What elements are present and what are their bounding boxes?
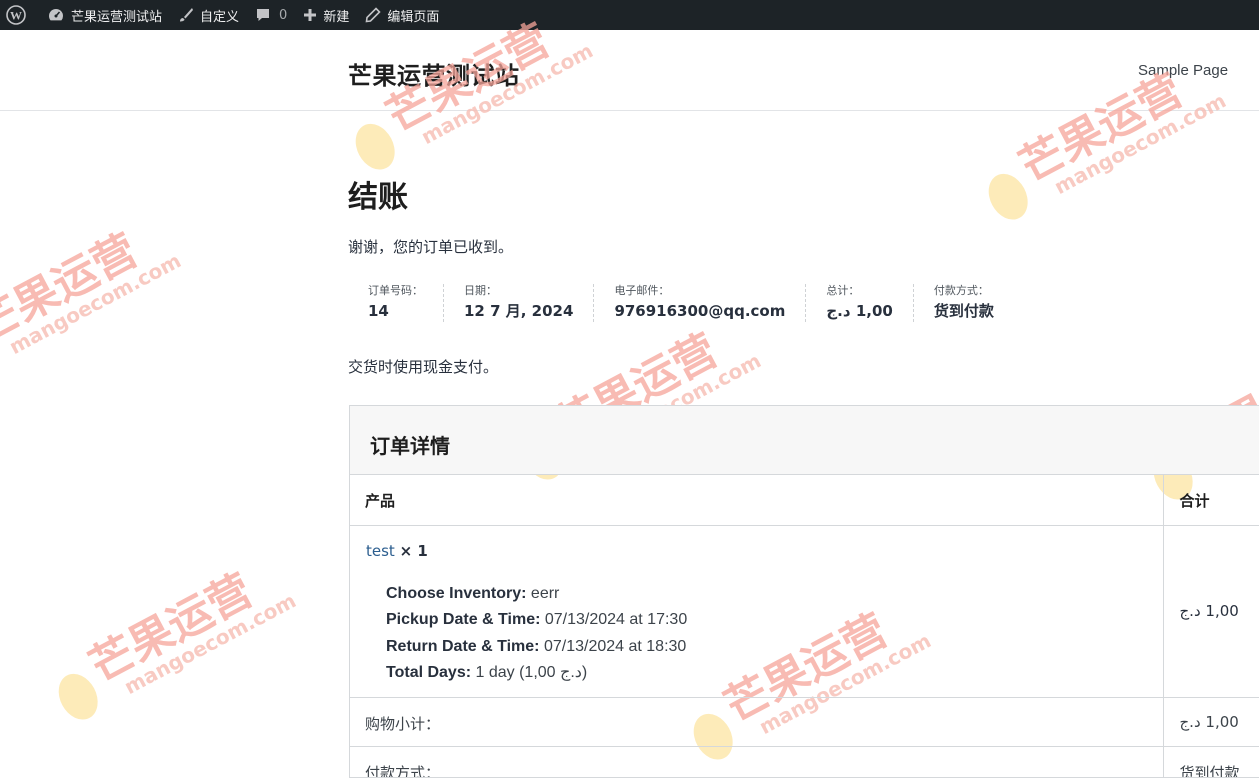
svg-text:W: W <box>10 9 22 23</box>
payment-method-row: 付款方式： 货到付款 <box>350 746 1259 777</box>
payment-method-value: 货到付款 <box>1163 746 1259 777</box>
overview-label: 付款方式： <box>933 284 989 297</box>
nav-item-sample-page[interactable]: Sample Page <box>1138 62 1228 79</box>
customize-label: 自定义 <box>200 9 240 25</box>
overview-email: 电子邮件： 976916300@qq.com <box>594 284 807 322</box>
site-name-label: 芒果运营测试站 <box>71 9 163 25</box>
product-link[interactable]: test <box>366 542 395 560</box>
watermark-subtext: mangoecom.com <box>5 248 185 359</box>
meta-key: Return Date & Time: <box>386 637 540 655</box>
overview-payment-method: 付款方式： 货到付款 <box>914 284 1014 322</box>
column-header-product: 产品 <box>350 475 1164 526</box>
meta-key: Pickup Date & Time: <box>386 611 541 628</box>
order-details-table: 产品 合计 test × 1 Choose Inventory: eerr Pi… <box>350 475 1259 777</box>
comment-icon <box>257 9 270 21</box>
brush-icon <box>180 8 194 22</box>
meta-key: Total Days: <box>386 664 472 681</box>
order-overview: 订单号码： 14 日期： 12 7 月, 2024 电子邮件： 97691630… <box>348 284 1014 322</box>
subtotal-row: 购物小计： 1,00 د.ج <box>350 697 1259 747</box>
watermark-subtext: mangoecom.com <box>120 588 300 699</box>
product-cell: test × 1 Choose Inventory: eerr Pickup D… <box>350 525 1164 698</box>
overview-label: 日期： <box>464 284 497 297</box>
table-header-row: 产品 合计 <box>350 475 1259 526</box>
order-details-header: 订单详情 <box>350 406 1259 475</box>
product-total: 1,00 د.ج <box>1163 525 1259 698</box>
customize-menu[interactable]: 自定义 <box>170 0 247 30</box>
dashboard-icon <box>49 9 63 21</box>
overview-label: 订单号码： <box>368 284 423 297</box>
item-meta-list: Choose Inventory: eerr Pickup Date & Tim… <box>366 581 1148 687</box>
subtotal-label: 购物小计： <box>350 697 1164 747</box>
item-meta-row: Return Date & Time: 07/13/2024 at 18:30 <box>386 634 1148 661</box>
overview-value: 1,00 د.ج <box>826 302 893 320</box>
item-meta-row: Choose Inventory: eerr <box>386 581 1148 608</box>
subtotal-value: 1,00 د.ج <box>1163 697 1259 747</box>
overview-value: 12 7 月, 2024 <box>464 302 574 320</box>
item-meta-row: Pickup Date & Time: 07/13/2024 at 17:30 <box>386 607 1148 634</box>
overview-value: 14 <box>368 302 389 320</box>
new-content-menu[interactable]: 新建 <box>295 0 357 30</box>
watermark-text: 芒果运营 <box>0 225 146 353</box>
meta-value: 1 day (1,00 د.ج) <box>471 664 588 681</box>
column-header-total: 合计 <box>1163 475 1259 526</box>
admin-bar: W 芒果运营测试站 自定义 0 新建 编辑页面 <box>0 0 1259 30</box>
watermark-text: 芒果运营 <box>81 565 260 693</box>
overview-label: 电子邮件： <box>614 284 670 297</box>
site-header: 芒果运营测试站 Sample Page <box>0 30 1259 111</box>
overview-label: 总计： <box>826 284 860 297</box>
page-title: 结账 <box>348 180 408 215</box>
edit-page-menu[interactable]: 编辑页面 <box>357 0 447 30</box>
overview-order-number: 订单号码： 14 <box>348 284 444 322</box>
overview-value: 976916300@qq.com <box>614 302 786 320</box>
site-name-menu[interactable]: 芒果运营测试站 <box>39 0 170 30</box>
item-meta-row: Total Days: 1 day (1,00 د.ج) <box>386 660 1148 687</box>
meta-value: 07/13/2024 at 17:30 <box>540 611 688 628</box>
overview-value: 货到付款 <box>933 302 994 320</box>
overview-total: 总计： 1,00 د.ج <box>806 284 914 322</box>
payment-method-label: 付款方式： <box>350 746 1164 777</box>
order-details: 订单详情 产品 合计 test × 1 Choose Inventory: ee… <box>349 405 1259 778</box>
table-row: test × 1 Choose Inventory: eerr Pickup D… <box>350 525 1259 698</box>
wordpress-logo-icon[interactable]: W <box>0 0 39 30</box>
edit-page-label: 编辑页面 <box>387 9 440 25</box>
pencil-icon <box>365 7 381 23</box>
plus-icon <box>304 9 317 21</box>
comments-menu[interactable]: 0 <box>247 0 295 30</box>
order-received-notice: 谢谢，您的订单已收到。 <box>348 238 514 256</box>
comments-count: 0 <box>279 7 288 23</box>
order-details-title: 订单详情 <box>370 434 450 458</box>
payment-instructions: 交货时使用现金支付。 <box>348 358 499 376</box>
product-quantity: × 1 <box>399 541 428 560</box>
meta-key: Choose Inventory: <box>386 584 527 602</box>
meta-value: 07/13/2024 at 18:30 <box>539 637 687 655</box>
new-label: 新建 <box>323 9 350 25</box>
site-title[interactable]: 芒果运营测试站 <box>348 56 520 91</box>
overview-date: 日期： 12 7 月, 2024 <box>444 284 595 322</box>
meta-value: eerr <box>526 584 560 602</box>
